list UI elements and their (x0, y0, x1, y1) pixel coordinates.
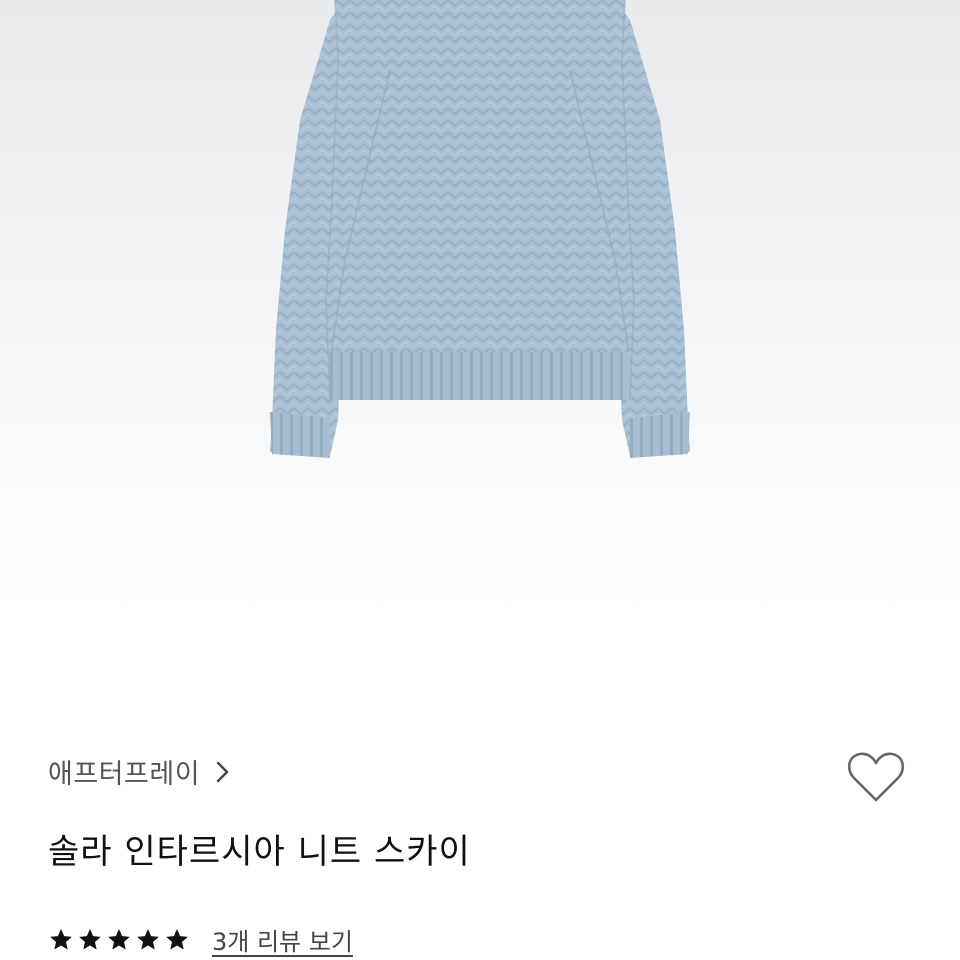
star-icon (48, 927, 74, 953)
star-icon (164, 927, 190, 953)
chevron-right-icon (212, 760, 232, 784)
rating-row: 3개 리뷰 보기 (48, 922, 353, 957)
brand-link[interactable]: 애프터프레이 (48, 752, 232, 791)
review-link[interactable]: 3개 리뷰 보기 (212, 922, 353, 957)
product-image[interactable] (0, 0, 960, 720)
heart-outline-icon (844, 752, 908, 812)
sweater-illustration (270, 0, 690, 458)
product-title: 솔라 인타르시아 니트 스카이 (48, 832, 471, 872)
wishlist-button[interactable] (844, 744, 908, 808)
rating-stars (48, 927, 190, 953)
star-icon (106, 927, 132, 953)
brand-name: 애프터프레이 (48, 759, 201, 790)
star-icon (77, 927, 103, 953)
star-icon (135, 927, 161, 953)
product-detail-page: 애프터프레이 솔라 인타르시아 니트 스카이 3개 리뷰 보기 (0, 0, 960, 960)
